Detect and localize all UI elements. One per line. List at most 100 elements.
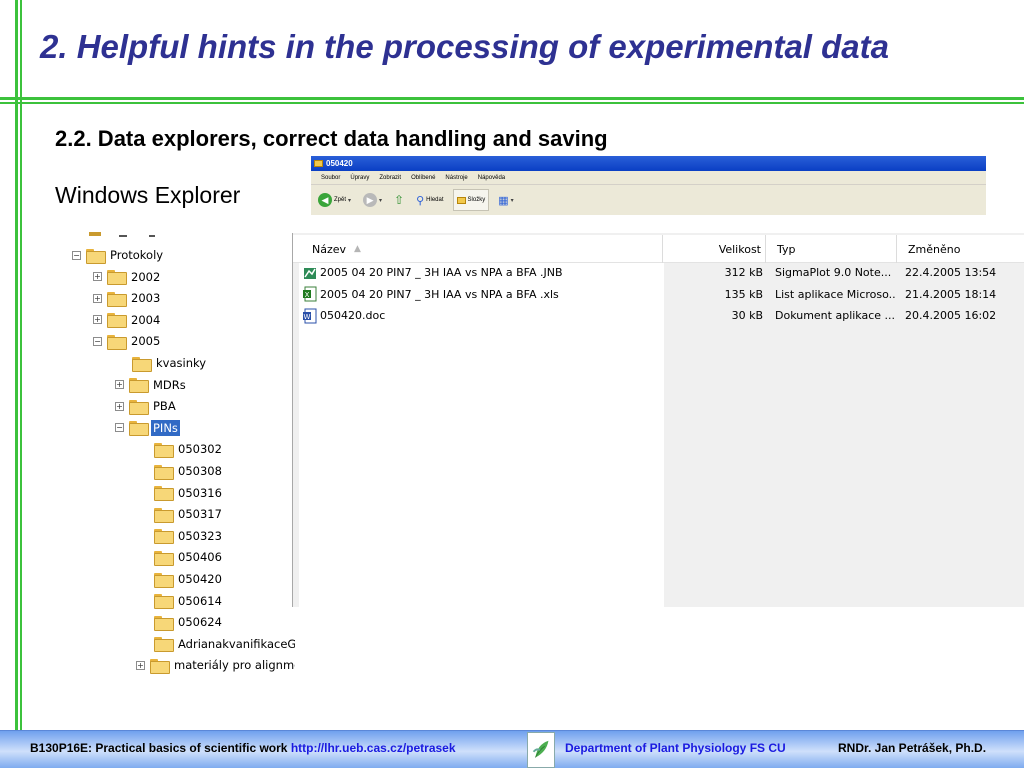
tree-item[interactable]: +2004 bbox=[93, 310, 162, 330]
file-row[interactable]: 2005 04 20 PIN7 _ 3H IAA vs NPA a BFA .J… bbox=[293, 262, 1024, 283]
course-url-link[interactable]: http://lhr.ueb.cas.cz/petrasek bbox=[291, 741, 456, 755]
column-header-size[interactable]: Velikost bbox=[663, 235, 766, 263]
folder-icon bbox=[154, 486, 174, 502]
toolbar: ◀ Zpět ▾ ▶ ▾ ⇧ ⚲ Hledat Složky ▦ ▾ bbox=[311, 185, 986, 215]
expand-icon[interactable]: + bbox=[93, 293, 102, 303]
title-green-rule-thin bbox=[0, 102, 1024, 104]
left-green-rule-thin bbox=[20, 0, 22, 730]
folder-icon bbox=[132, 356, 152, 372]
tree-item[interactable]: − PINs bbox=[115, 418, 180, 438]
excel-icon: X bbox=[303, 286, 317, 302]
tree-item-label: kvasinky bbox=[156, 356, 207, 370]
folder-icon bbox=[107, 291, 127, 307]
expand-icon[interactable]: + bbox=[115, 380, 124, 390]
tree-item[interactable]: +2003 bbox=[93, 288, 162, 308]
chevron-down-icon: ▾ bbox=[348, 197, 352, 204]
folder-icon bbox=[86, 248, 106, 264]
footer-author: RNDr. Jan Petrášek, Ph.D. bbox=[838, 741, 987, 755]
views-button[interactable]: ▦ ▾ bbox=[495, 189, 516, 211]
department-logo bbox=[527, 732, 555, 768]
menu-item-upravy[interactable]: Úpravy bbox=[350, 175, 369, 181]
tree-item[interactable]: 050308 bbox=[154, 461, 224, 481]
folder-icon bbox=[154, 464, 174, 480]
column-size-label: Velikost bbox=[718, 242, 761, 256]
file-row[interactable]: W 050420.doc 30 kB Dokument aplikace ... 20.… bbox=[293, 305, 1024, 326]
folder-icon bbox=[154, 507, 174, 523]
folder-icon bbox=[107, 313, 127, 329]
menu-item-soubor[interactable]: Soubor bbox=[321, 175, 340, 181]
expand-icon[interactable]: + bbox=[115, 401, 124, 411]
footer-course: B130P16E: Practical basics of scientific… bbox=[30, 741, 456, 755]
file-name: 050420.doc bbox=[320, 309, 386, 322]
folder-icon bbox=[154, 615, 174, 631]
tree-item-label: 050316 bbox=[178, 485, 222, 500]
folder-icon bbox=[107, 334, 127, 350]
file-modified: 20.4.2005 16:02 bbox=[905, 309, 997, 322]
column-header-type[interactable]: Typ bbox=[766, 235, 897, 263]
folder-icon bbox=[129, 399, 149, 415]
tree-item[interactable]: AdrianakvanifikaceGE bbox=[154, 634, 295, 654]
tree-item[interactable]: − Protokoly bbox=[72, 245, 165, 265]
tree-item[interactable]: 050624 bbox=[154, 612, 224, 632]
tree-item[interactable]: 050302 bbox=[154, 439, 224, 459]
search-label: Hledat bbox=[426, 197, 444, 203]
folder-icon bbox=[154, 594, 174, 610]
column-header-modified[interactable]: Změněno bbox=[897, 235, 1024, 263]
svg-text:X: X bbox=[305, 291, 310, 299]
menu-item-oblibene[interactable]: Oblíbené bbox=[411, 175, 435, 181]
folder-icon bbox=[129, 378, 149, 394]
slide-title: 2. Helpful hints in the processing of ex… bbox=[40, 28, 889, 65]
tree-item-label: Protokoly bbox=[110, 248, 164, 262]
file-size: 135 kB bbox=[724, 287, 763, 301]
cropped-tree-row bbox=[89, 232, 155, 237]
tree-item-label: 050323 bbox=[178, 528, 222, 543]
tree-item[interactable]: 050316 bbox=[154, 483, 224, 503]
chevron-down-icon: ▾ bbox=[510, 197, 514, 204]
folder-icon bbox=[154, 529, 174, 545]
file-row[interactable]: X 2005 04 20 PIN7 _ 3H IAA vs NPA a BFA .… bbox=[293, 284, 1024, 305]
collapse-icon[interactable]: − bbox=[72, 250, 81, 260]
tree-item-label: 2002 bbox=[131, 269, 161, 284]
tree-item-label: 2004 bbox=[131, 312, 161, 327]
menu-item-napoveda[interactable]: Nápověda bbox=[478, 175, 505, 181]
tree-item[interactable]: + materiály pro alignme bbox=[136, 655, 295, 675]
folder-icon bbox=[154, 442, 174, 458]
tree-item-label: 2003 bbox=[131, 291, 161, 306]
forward-button[interactable]: ▶ ▾ bbox=[360, 189, 385, 211]
tree-item[interactable]: − 2005 bbox=[93, 331, 162, 351]
open-folder-icon bbox=[129, 421, 149, 437]
tree-item[interactable]: 050317 bbox=[154, 504, 224, 524]
expand-icon[interactable]: + bbox=[93, 315, 102, 325]
up-folder-icon: ⇧ bbox=[394, 193, 405, 207]
tree-item[interactable]: 050614 bbox=[154, 591, 224, 611]
tree-item-label: materiály pro alignme bbox=[174, 658, 295, 673]
tree-item-label: 050317 bbox=[178, 507, 222, 522]
tree-item[interactable]: + MDRs bbox=[115, 375, 188, 395]
file-list-pane: Název ▲ Velikost Typ Změněno 2005 04 20 … bbox=[293, 233, 1024, 607]
tree-item[interactable]: 050420 bbox=[154, 569, 224, 589]
expand-icon[interactable]: + bbox=[93, 272, 102, 282]
window-titlebar[interactable]: 050420 bbox=[311, 156, 986, 171]
expand-icon[interactable]: + bbox=[136, 660, 145, 670]
back-button[interactable]: ◀ Zpět ▾ bbox=[315, 189, 354, 211]
collapse-icon[interactable]: − bbox=[93, 336, 102, 346]
menu-item-zobrazit[interactable]: Zobrazit bbox=[379, 175, 401, 181]
sort-ascending-icon: ▲ bbox=[354, 244, 361, 254]
column-modified-label: Změněno bbox=[908, 242, 961, 256]
window-title: 050420 bbox=[326, 159, 353, 168]
search-button[interactable]: ⚲ Hledat bbox=[413, 189, 446, 211]
search-icon: ⚲ bbox=[416, 194, 425, 207]
collapse-icon[interactable]: − bbox=[115, 423, 124, 433]
tree-item-label: 050406 bbox=[178, 550, 222, 565]
tree-item[interactable]: 050406 bbox=[154, 547, 224, 567]
chevron-down-icon: ▾ bbox=[379, 197, 383, 204]
up-folder-button[interactable]: ⇧ bbox=[391, 189, 407, 211]
folders-button[interactable]: Složky bbox=[452, 189, 490, 211]
tree-item[interactable]: 050323 bbox=[154, 526, 224, 546]
tree-item[interactable]: + PBA bbox=[115, 396, 178, 416]
menu-item-nastroje[interactable]: Nástroje bbox=[445, 175, 467, 181]
column-name-label: Název bbox=[312, 242, 347, 256]
column-header-name[interactable]: Název ▲ bbox=[293, 235, 663, 263]
tree-item[interactable]: +2002 bbox=[93, 267, 162, 287]
tree-item[interactable]: kvasinky bbox=[132, 353, 208, 373]
